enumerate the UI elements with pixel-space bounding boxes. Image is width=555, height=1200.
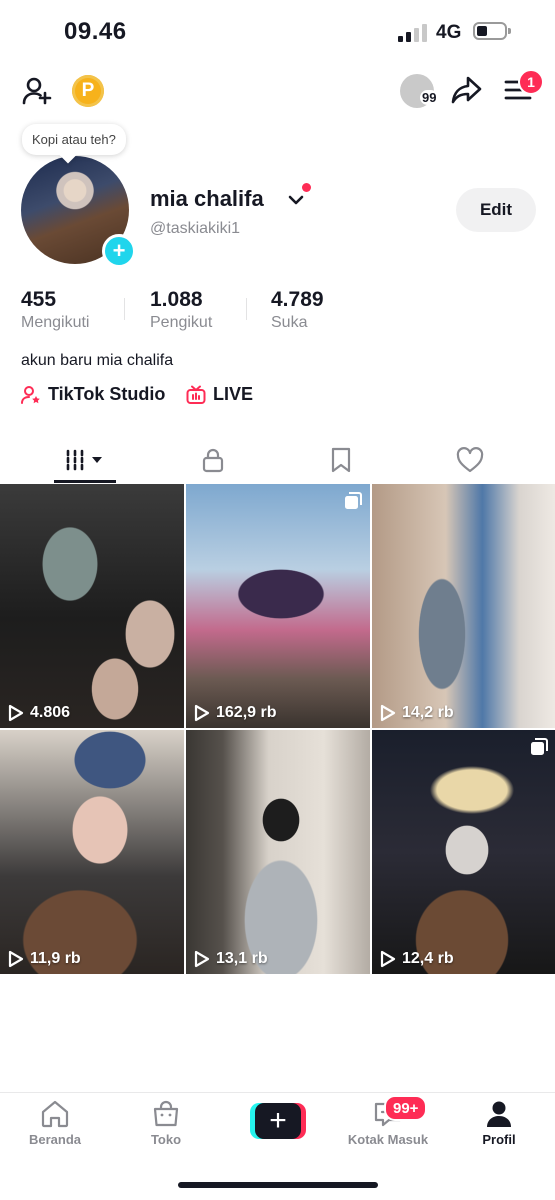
add-friend-icon[interactable] (20, 74, 54, 108)
edit-profile-button[interactable]: Edit (456, 188, 536, 232)
nav-label: Kotak Masuk (347, 1132, 429, 1147)
note-bubble[interactable]: Kopi atau teh? (22, 124, 126, 155)
tab-liked[interactable] (424, 438, 516, 482)
stat-following[interactable]: 455 Mengikuti (21, 288, 89, 332)
share-icon[interactable] (450, 73, 484, 107)
menu-badge: 1 (518, 69, 544, 95)
divider (124, 298, 125, 320)
play-icon (8, 704, 24, 722)
notification-dot (302, 183, 311, 192)
divider (246, 298, 247, 320)
battery-icon (473, 22, 511, 40)
stat-value: 4.789 (271, 288, 324, 311)
play-icon (8, 950, 24, 968)
view-count-text: 4.806 (30, 704, 71, 721)
status-time: 09.46 (64, 18, 127, 45)
shop-bag-icon (153, 1100, 179, 1127)
stat-likes[interactable]: 4.789 Suka (271, 288, 324, 332)
view-count-text: 162,9 rb (216, 704, 277, 721)
nav-divider (0, 1092, 555, 1093)
nav-label: Profil (482, 1132, 516, 1147)
view-count: 4.806 (8, 704, 70, 722)
video-tile[interactable]: 162,9 rb (186, 484, 370, 728)
nav-label: Toko (150, 1132, 182, 1147)
nav-label: Beranda (28, 1132, 82, 1147)
play-icon (380, 704, 396, 722)
profile-icon (487, 1101, 511, 1127)
bookmark-icon (331, 447, 351, 473)
add-avatar-button[interactable]: + (102, 234, 136, 268)
chevron-down-icon[interactable] (286, 190, 306, 210)
profile-handle: @taskiakiki1 (150, 220, 241, 237)
multi-photo-icon (345, 492, 362, 509)
inbox-badge: 99+ (384, 1095, 428, 1121)
active-tab-indicator (54, 480, 116, 483)
view-count: 12,4 rb (380, 950, 454, 968)
view-count-text: 11,9 rb (30, 950, 81, 967)
view-count-text: 14,2 rb (402, 704, 454, 721)
signal-icon (398, 24, 428, 42)
video-tile[interactable]: 11,9 rb (0, 730, 184, 974)
heart-icon (456, 447, 484, 473)
home-indicator[interactable] (178, 1182, 378, 1188)
video-tile[interactable]: 13,1 rb (186, 730, 370, 974)
view-count-text: 13,1 rb (216, 950, 268, 967)
nav-home[interactable]: Beranda (0, 1100, 110, 1147)
live-link[interactable]: LIVE (186, 384, 253, 405)
profile-name: mia chalifa (150, 186, 264, 211)
coin-icon[interactable]: P (72, 75, 104, 107)
home-icon (41, 1100, 69, 1128)
stat-label: Pengikut (150, 314, 213, 331)
quick-link-label: LIVE (213, 384, 254, 404)
tab-videos[interactable] (39, 438, 131, 482)
profile-bio: akun baru mia chalifa (21, 352, 174, 369)
multi-photo-icon (531, 738, 548, 755)
video-tile[interactable]: 14,2 rb (372, 484, 555, 728)
tab-saved[interactable] (295, 438, 387, 482)
viewer-count: 99 (420, 90, 439, 105)
stat-label: Suka (271, 314, 308, 331)
video-tile[interactable]: 4.806 (0, 484, 184, 728)
play-icon (194, 704, 210, 722)
stat-label: Mengikuti (21, 314, 90, 331)
grid-icon (66, 449, 102, 471)
create-plus-icon: + (255, 1103, 301, 1139)
play-icon (194, 950, 210, 968)
view-count-text: 12,4 rb (402, 950, 454, 967)
stat-value: 455 (21, 288, 57, 311)
view-count: 13,1 rb (194, 950, 268, 968)
nav-shop[interactable]: Toko (111, 1100, 221, 1147)
view-count: 162,9 rb (194, 704, 276, 722)
view-count: 14,2 rb (380, 704, 454, 722)
network-label: 4G (436, 22, 462, 43)
video-tile[interactable]: 12,4 rb (372, 730, 555, 974)
stat-value: 1.088 (150, 288, 203, 311)
view-count: 11,9 rb (8, 950, 81, 968)
lock-icon (202, 448, 224, 473)
stat-followers[interactable]: 1.088 Pengikut (150, 288, 212, 332)
tab-private[interactable] (167, 438, 259, 482)
quick-link-label: TikTok Studio (48, 384, 166, 404)
person-star-icon (21, 385, 40, 404)
tv-icon (186, 385, 206, 404)
nav-profile[interactable]: Profil (444, 1100, 554, 1147)
tiktok-studio-link[interactable]: TikTok Studio (21, 384, 165, 405)
play-icon (380, 950, 396, 968)
create-button[interactable]: + (250, 1103, 306, 1139)
